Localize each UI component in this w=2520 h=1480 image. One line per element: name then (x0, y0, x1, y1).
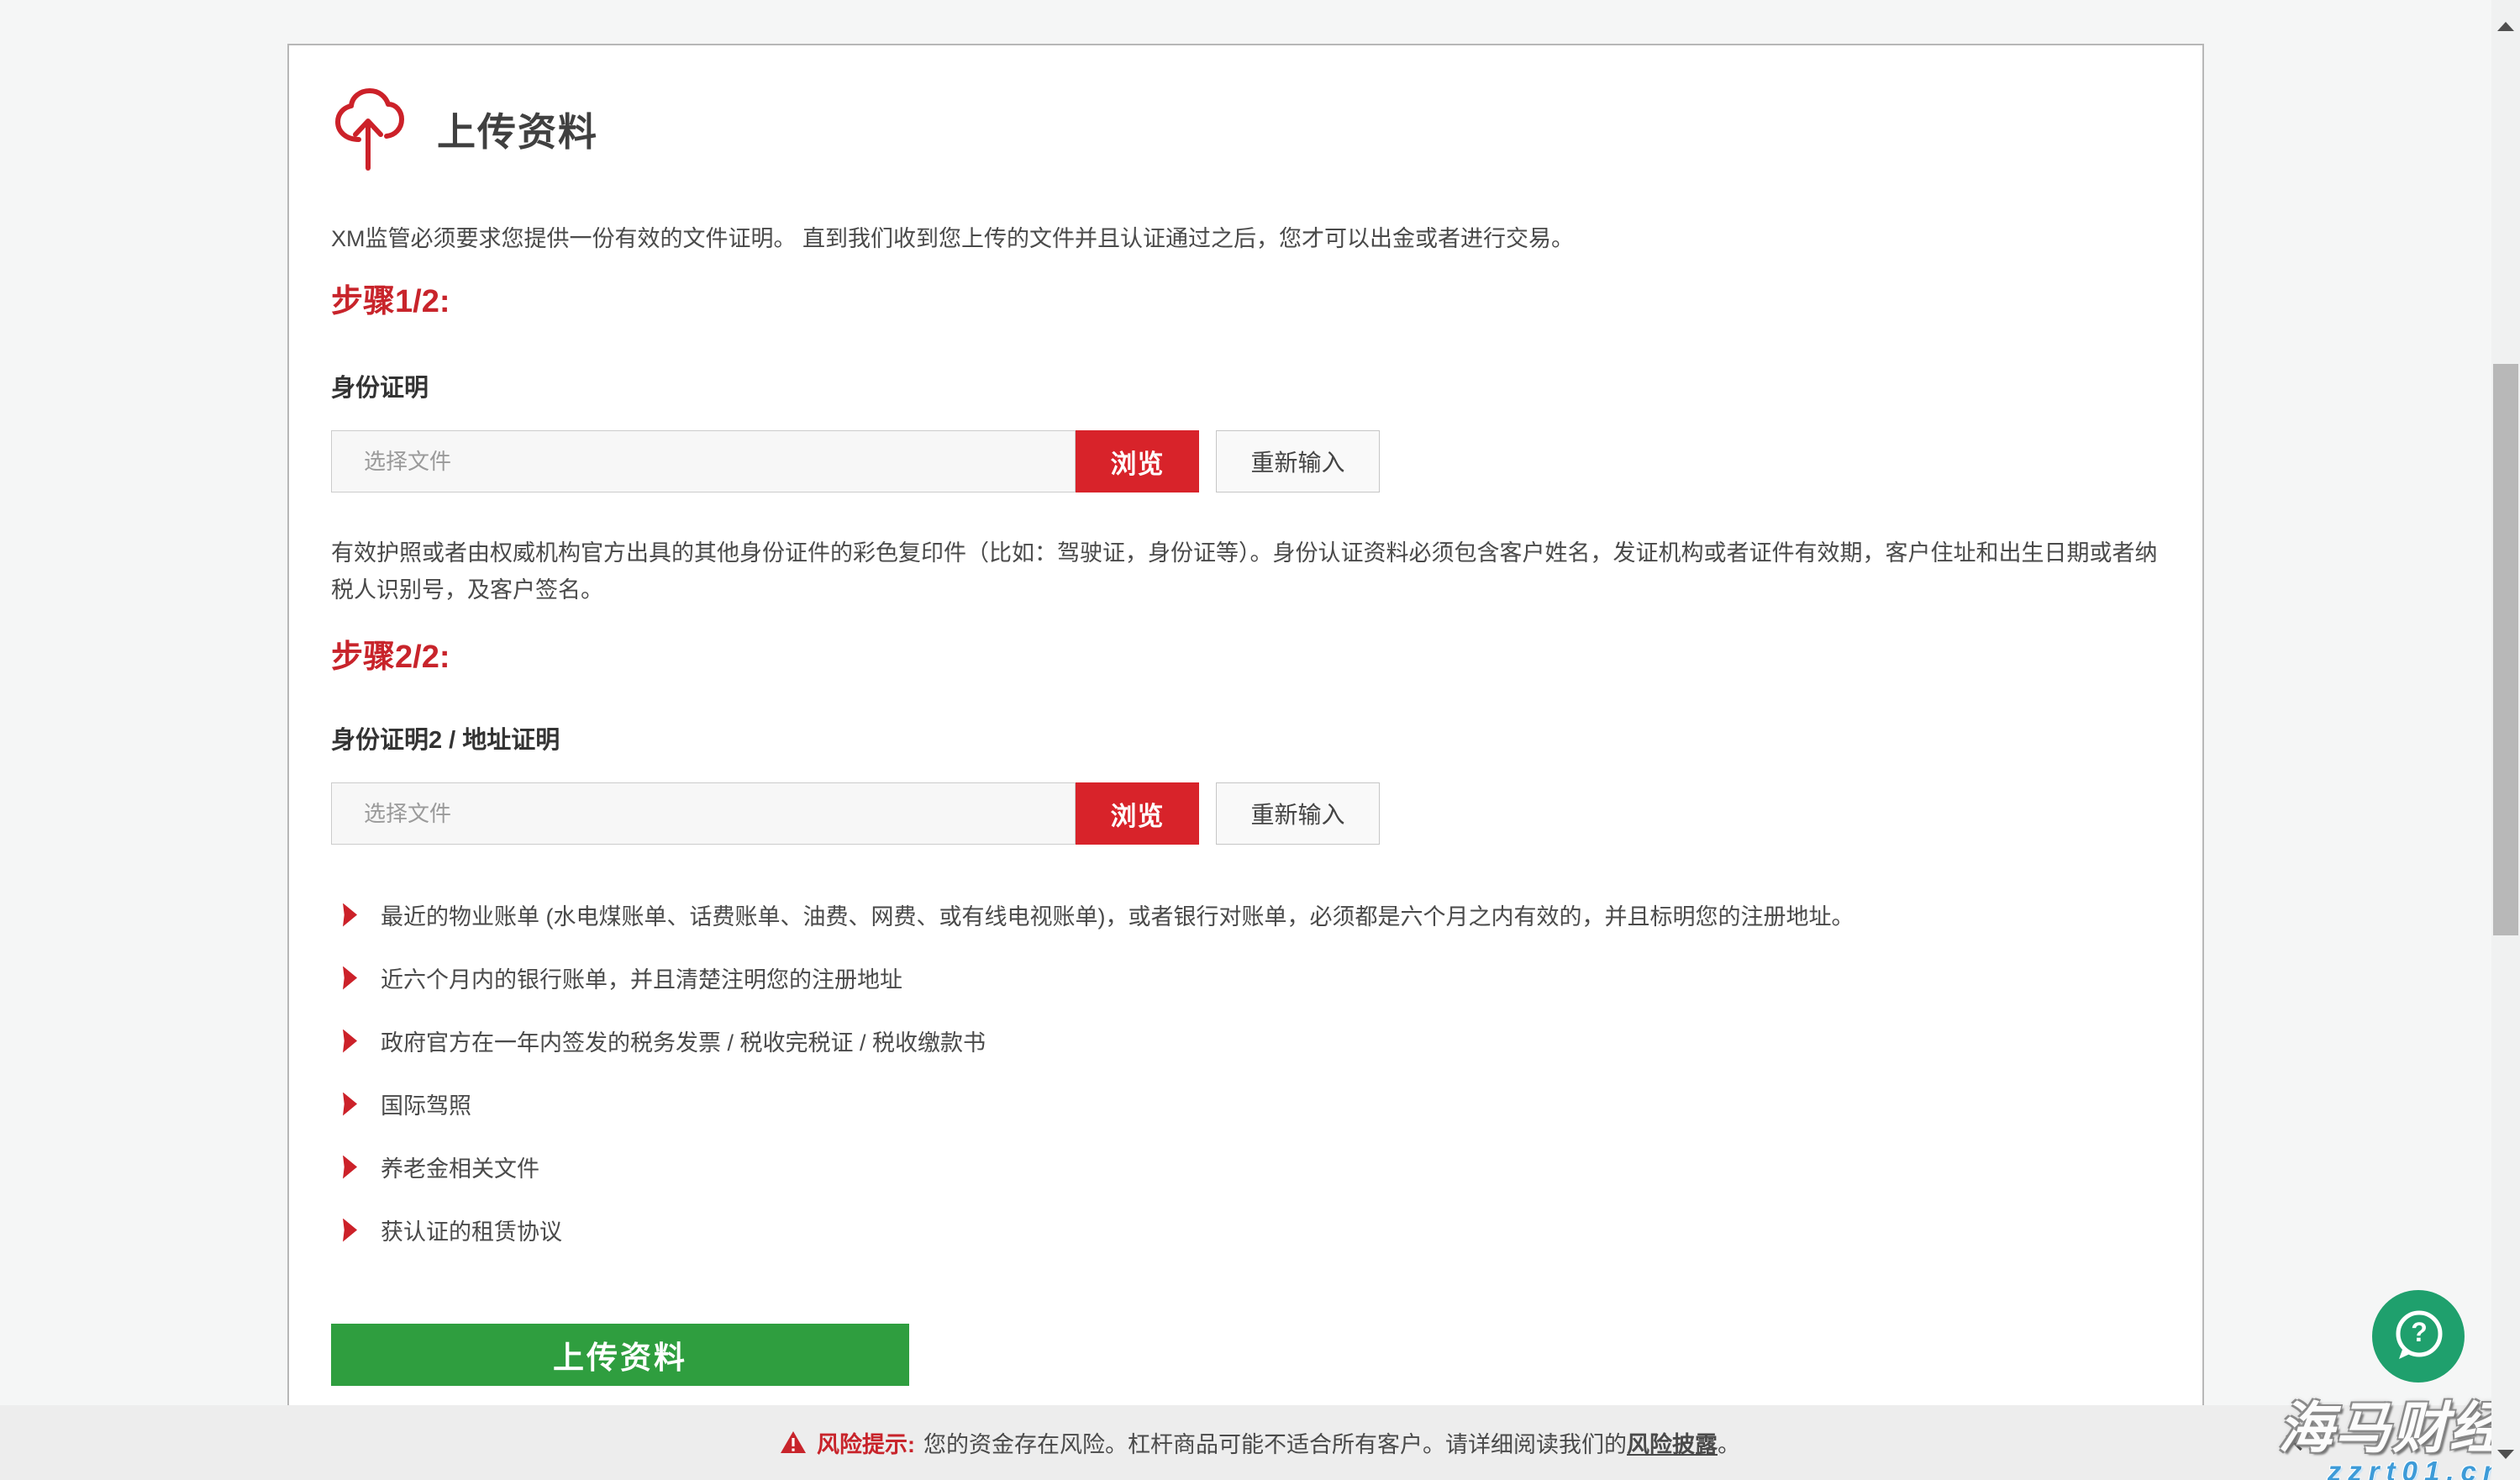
list-item-text: 最近的物业账单 (水电煤账单、话费账单、油费、网费、或有线电视账单)，或者银行对… (381, 898, 1854, 931)
identity-proof-label: 身份证明 (331, 368, 2202, 403)
page-title: 上传资料 (437, 102, 598, 157)
list-item: 养老金相关文件 (331, 1151, 2202, 1183)
list-item: 政府官方在一年内签发的税务发票 / 税收完税证 / 税收缴款书 (331, 1024, 2202, 1057)
red-arrow-icon (343, 1093, 357, 1116)
address-proof-file-input[interactable] (331, 782, 1076, 845)
red-arrow-icon (343, 966, 357, 990)
identity-proof-browse-button[interactable]: 浏览 (1076, 430, 1199, 492)
upload-documents-card: 上传资料 XM监管必须要求您提供一份有效的文件证明。 直到我们收到您上传的文件并… (287, 44, 2204, 1480)
scroll-down-button[interactable] (2491, 1450, 2520, 1480)
list-item-text: 养老金相关文件 (381, 1151, 539, 1183)
red-arrow-icon (343, 903, 357, 927)
step2-heading: 步骤2/2: (331, 630, 2202, 677)
address-proof-browse-button[interactable]: 浏览 (1076, 782, 1199, 845)
risk-warning-suffix: 。 (1718, 1426, 1740, 1459)
scroll-up-button[interactable] (2491, 0, 2520, 30)
accepted-documents-list: 最近的物业账单 (水电煤账单、话费账单、油费、网费、或有线电视账单)，或者银行对… (331, 898, 2202, 1246)
list-item: 最近的物业账单 (水电煤账单、话费账单、油费、网费、或有线电视账单)，或者银行对… (331, 898, 2202, 931)
identity-proof-description: 有效护照或者由权威机构官方出具的其他身份证件的彩色复印件（比如：驾驶证，身份证等… (331, 535, 2171, 608)
list-item: 国际驾照 (331, 1088, 2202, 1120)
list-item-text: 国际驾照 (381, 1088, 471, 1120)
upload-documents-button[interactable]: 上传资料 (331, 1324, 909, 1386)
risk-warning-label: 风险提示: (817, 1426, 915, 1459)
risk-warning-body: 您的资金存在风险。杠杆商品可能不适合所有客户。请详细阅读我们的 (923, 1426, 1627, 1459)
identity-proof-file-row: 浏览 重新输入 (331, 430, 2202, 492)
risk-warning-text: 风险提示: 您的资金存在风险。杠杆商品可能不适合所有客户。请详细阅读我们的 风险… (0, 1405, 2520, 1480)
scroll-down-arrow-icon (2497, 1450, 2514, 1472)
identity-proof-file-input[interactable] (331, 430, 1076, 492)
page-header: 上传资料 (331, 87, 2202, 171)
list-item: 获认证的租赁协议 (331, 1214, 2202, 1246)
svg-text:?: ? (2411, 1317, 2428, 1347)
red-arrow-icon (343, 1030, 357, 1053)
close-icon: × (2283, 1422, 2305, 1464)
list-item: 近六个月内的银行账单，并且清楚注明您的注册地址 (331, 961, 2202, 994)
address-proof-label: 身份证明2 / 地址证明 (331, 720, 2202, 756)
list-item-text: 近六个月内的银行账单，并且清楚注明您的注册地址 (381, 961, 902, 994)
risk-bar-close-button[interactable]: × (2269, 1405, 2319, 1480)
red-arrow-icon (343, 1156, 357, 1179)
scrollbar-thumb[interactable] (2493, 364, 2518, 935)
identity-proof-reset-button[interactable]: 重新输入 (1216, 430, 1380, 492)
address-proof-reset-button[interactable]: 重新输入 (1216, 782, 1380, 845)
risk-disclosure-link[interactable]: 风险披露 (1627, 1426, 1718, 1459)
address-proof-file-row: 浏览 重新输入 (331, 782, 2202, 845)
question-bubble-icon: ? (2388, 1305, 2449, 1368)
step1-heading: 步骤1/2: (331, 275, 2202, 321)
red-arrow-icon (343, 1219, 357, 1242)
list-item-text: 获认证的租赁协议 (381, 1214, 562, 1246)
warning-triangle-icon (780, 1430, 807, 1455)
list-item-text: 政府官方在一年内签发的税务发票 / 税收完税证 / 税收缴款书 (381, 1024, 986, 1057)
help-chat-button[interactable]: ? (2372, 1290, 2465, 1383)
intro-text: XM监管必须要求您提供一份有效的文件证明。 直到我们收到您上传的文件并且认证通过… (331, 220, 2202, 253)
scroll-up-arrow-icon (2497, 9, 2514, 31)
cloud-upload-icon (331, 87, 405, 171)
vertical-scrollbar[interactable] (2491, 0, 2520, 1480)
risk-warning-bar: 风险提示: 您的资金存在风险。杠杆商品可能不适合所有客户。请详细阅读我们的 风险… (0, 1405, 2520, 1480)
